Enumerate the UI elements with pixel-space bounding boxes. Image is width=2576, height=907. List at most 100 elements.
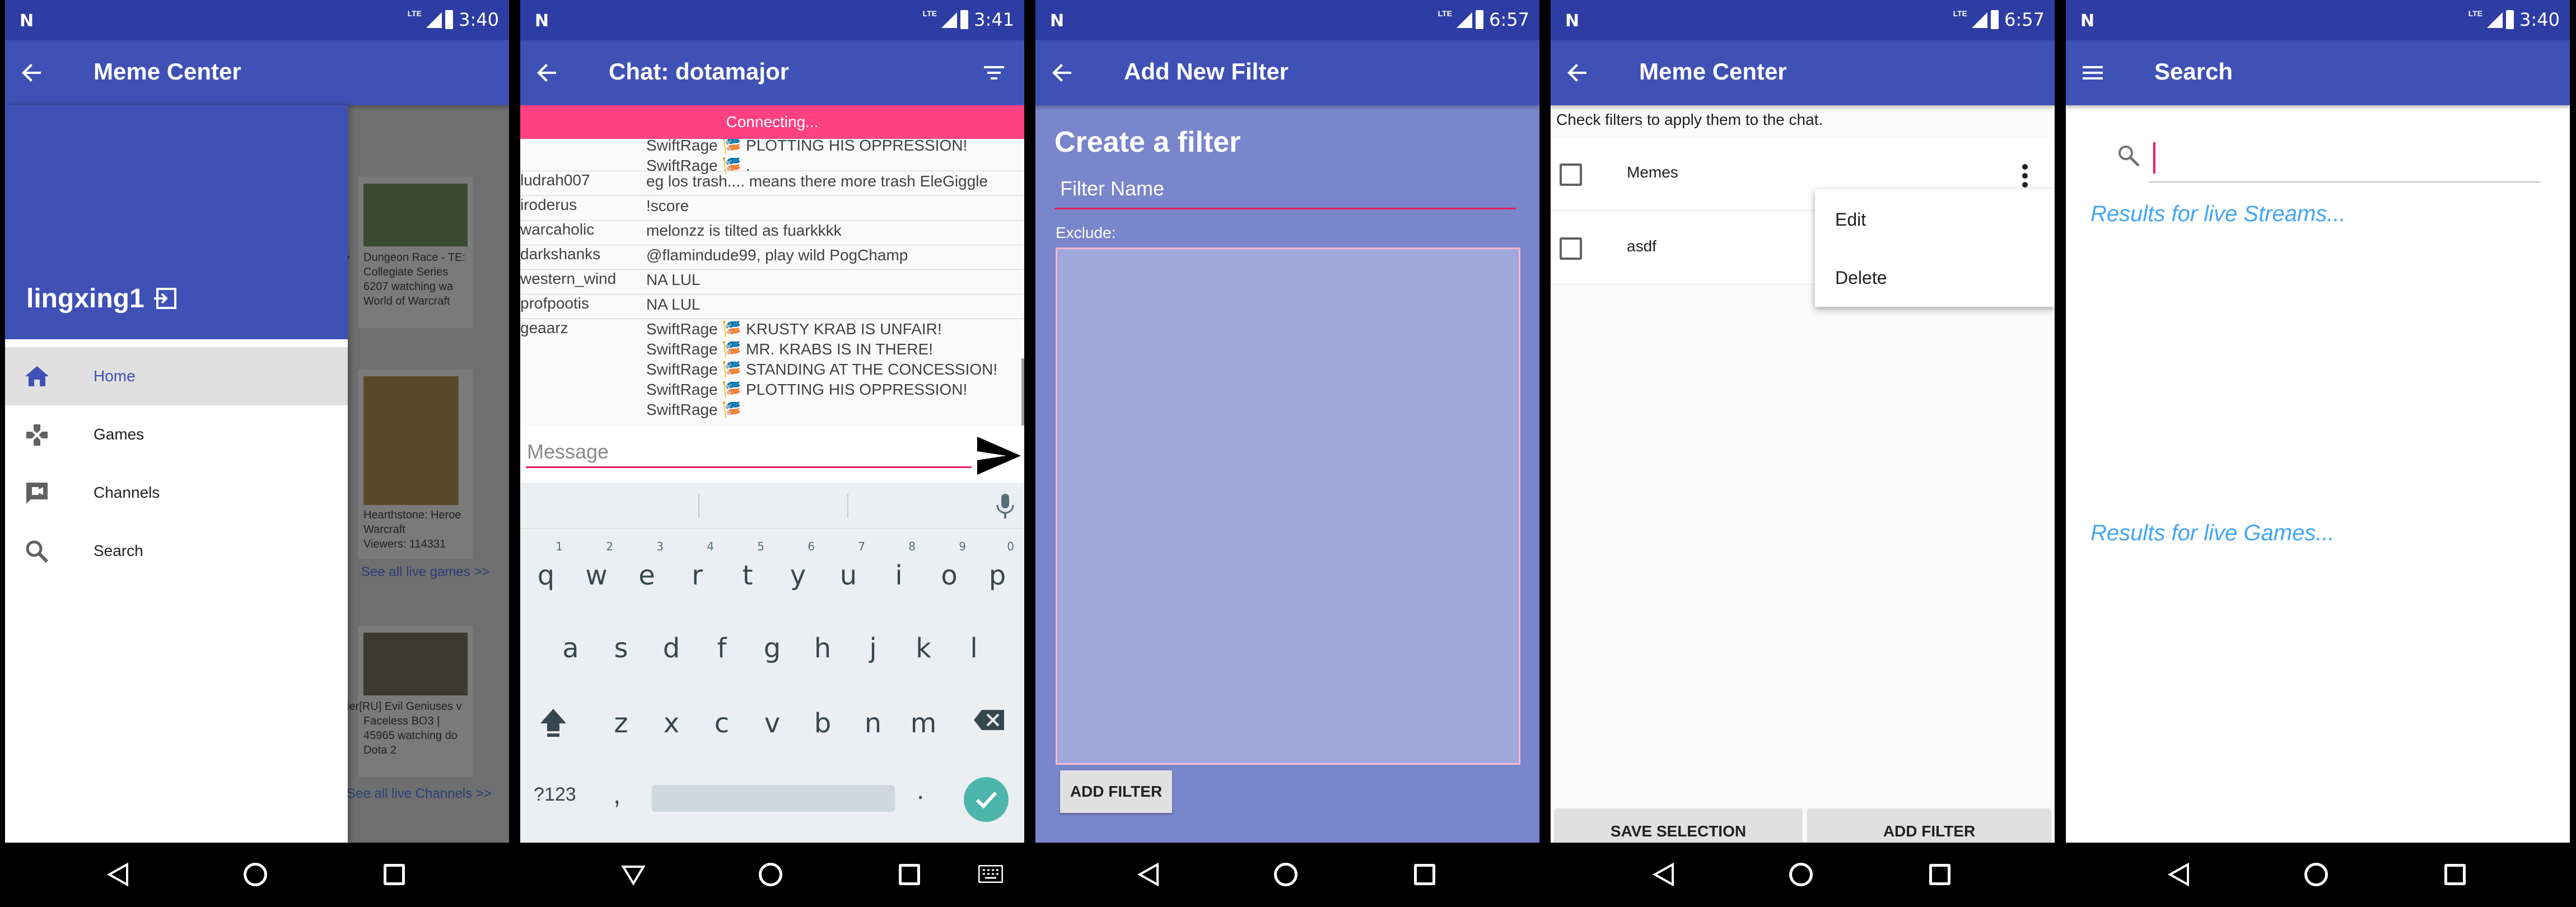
nav-recents-icon[interactable] bbox=[1414, 864, 1435, 885]
search-icon bbox=[2118, 146, 2140, 167]
filter-name-input[interactable]: Filter Name bbox=[1054, 177, 1516, 209]
card-line: Warcraft bbox=[363, 523, 405, 536]
key-char: i bbox=[895, 560, 903, 591]
chat-list[interactable]: SwiftRage 🎏 PLOTTING HIS OPPRESSION! Swi… bbox=[520, 139, 1024, 427]
period-key[interactable]: . bbox=[917, 775, 924, 806]
backspace-icon[interactable] bbox=[973, 709, 1005, 731]
logout-icon[interactable] bbox=[153, 286, 179, 311]
nav-recents-icon[interactable] bbox=[2444, 864, 2466, 885]
card-line: ier[RU] Evil Geniuses v bbox=[347, 700, 462, 713]
key-char: l bbox=[970, 633, 978, 664]
keyboard-switch-icon[interactable] bbox=[978, 865, 1003, 883]
key-q[interactable]: 1q bbox=[521, 534, 571, 596]
key-c[interactable]: c bbox=[697, 682, 746, 744]
key-n[interactable]: n bbox=[848, 682, 898, 744]
stream-card[interactable]: Dungeon Race - TE: Collegiate Series 620… bbox=[358, 177, 473, 328]
more-vert-icon[interactable] bbox=[2020, 163, 2030, 188]
chat-user: warcaholic bbox=[520, 221, 595, 238]
key-e[interactable]: 3e bbox=[622, 534, 671, 596]
notification-icon: N bbox=[1565, 11, 1580, 31]
key-o[interactable]: 9o bbox=[925, 534, 974, 596]
microphone-icon[interactable] bbox=[995, 493, 1015, 520]
nav-home-icon[interactable] bbox=[1274, 863, 1298, 886]
filter-icon[interactable] bbox=[981, 59, 1007, 86]
key-h[interactable]: h bbox=[798, 607, 847, 668]
key-y[interactable]: 6y bbox=[773, 534, 823, 596]
card-line: 45965 watching do bbox=[363, 730, 458, 742]
drawer-item-home[interactable]: Home bbox=[5, 347, 348, 405]
soft-keyboard: 1q 2w 3e 4r 5t 6y 7u 8i 9o 0p a s d f g … bbox=[520, 483, 1024, 843]
space-key[interactable] bbox=[652, 785, 895, 812]
nav-back-icon[interactable] bbox=[106, 862, 130, 887]
key-x[interactable]: x bbox=[647, 682, 696, 744]
nav-home-icon[interactable] bbox=[759, 863, 782, 886]
symbols-key[interactable]: ?123 bbox=[534, 784, 576, 806]
chat-user: darkshanks bbox=[520, 245, 601, 263]
nav-back-icon[interactable] bbox=[1651, 862, 1676, 887]
see-all-games-link[interactable]: See all live games >> bbox=[361, 564, 489, 580]
search-input[interactable] bbox=[2149, 137, 2541, 183]
nav-home-icon[interactable] bbox=[1789, 863, 1813, 886]
key-i[interactable]: 8i bbox=[874, 534, 923, 596]
stream-thumbnail bbox=[363, 184, 468, 246]
key-hint: 7 bbox=[858, 540, 865, 553]
key-m[interactable]: m bbox=[899, 682, 948, 744]
key-s[interactable]: s bbox=[596, 607, 646, 668]
message-input[interactable]: Message bbox=[526, 440, 972, 468]
nav-home-icon[interactable] bbox=[244, 863, 267, 886]
see-all-channels-link[interactable]: See all live Channels >> bbox=[347, 786, 492, 802]
drawer-item-search[interactable]: Search bbox=[5, 522, 348, 580]
key-r[interactable]: 4r bbox=[673, 534, 722, 596]
drawer-item-channels[interactable]: Channels bbox=[5, 464, 348, 522]
app-bar: Search bbox=[2066, 40, 2570, 105]
filter-checkbox[interactable] bbox=[1560, 163, 1582, 186]
shift-icon[interactable] bbox=[539, 707, 567, 738]
menu-icon[interactable] bbox=[2079, 59, 2106, 86]
nav-hide-keyboard-icon[interactable] bbox=[621, 862, 646, 887]
key-a[interactable]: a bbox=[546, 607, 595, 668]
lte-label: LTE bbox=[1438, 9, 1452, 18]
chat-scrollbar[interactable] bbox=[1021, 358, 1024, 426]
enter-key[interactable] bbox=[964, 777, 1009, 822]
back-arrow-icon[interactable] bbox=[18, 59, 45, 86]
app-bar: Add New Filter bbox=[1035, 40, 1539, 105]
nav-recents-icon[interactable] bbox=[899, 864, 920, 885]
key-f[interactable]: f bbox=[697, 607, 746, 668]
key-char: g bbox=[763, 633, 781, 664]
key-d[interactable]: d bbox=[647, 607, 696, 668]
nav-recents-icon[interactable] bbox=[1929, 864, 1950, 885]
key-p[interactable]: 0p bbox=[973, 534, 1022, 596]
channel-card[interactable]: ier[RU] Evil Geniuses v Faceless BO3 | 4… bbox=[347, 626, 473, 777]
nav-recents-icon[interactable] bbox=[384, 864, 405, 885]
key-hint: 6 bbox=[808, 540, 815, 553]
key-j[interactable]: j bbox=[848, 607, 898, 668]
key-b[interactable]: b bbox=[798, 682, 847, 744]
comma-key[interactable]: , bbox=[613, 779, 620, 810]
key-u[interactable]: 7u bbox=[824, 534, 873, 596]
key-hint: 4 bbox=[707, 540, 714, 553]
nav-back-icon[interactable] bbox=[1136, 862, 1161, 887]
key-w[interactable]: 2w bbox=[572, 534, 621, 596]
battery-icon bbox=[1991, 10, 1999, 29]
nav-back-icon[interactable] bbox=[2167, 862, 2191, 887]
menu-item-delete[interactable]: Delete bbox=[1835, 268, 1887, 288]
key-l[interactable]: l bbox=[949, 607, 998, 668]
key-t[interactable]: 5t bbox=[723, 534, 772, 596]
key-z[interactable]: z bbox=[596, 682, 646, 744]
key-v[interactable]: v bbox=[748, 682, 797, 744]
key-k[interactable]: k bbox=[899, 607, 948, 668]
drawer-item-games[interactable]: Games bbox=[5, 405, 348, 464]
filter-checkbox[interactable] bbox=[1560, 237, 1582, 260]
filter-label: Memes bbox=[1627, 163, 1678, 181]
connecting-banner: Connecting... bbox=[520, 105, 1024, 139]
back-arrow-icon[interactable] bbox=[1049, 59, 1076, 86]
nav-home-icon[interactable] bbox=[2304, 863, 2328, 886]
game-card[interactable]: Hearthstone: Heroe Warcraft Viewers: 114… bbox=[358, 370, 473, 559]
menu-item-edit[interactable]: Edit bbox=[1835, 209, 1866, 230]
exclude-textarea[interactable] bbox=[1056, 247, 1520, 765]
back-arrow-icon[interactable] bbox=[1564, 59, 1591, 86]
key-g[interactable]: g bbox=[748, 607, 797, 668]
add-filter-button[interactable]: ADD FILTER bbox=[1060, 770, 1172, 813]
back-arrow-icon[interactable] bbox=[534, 59, 561, 86]
send-icon[interactable] bbox=[975, 434, 1022, 477]
